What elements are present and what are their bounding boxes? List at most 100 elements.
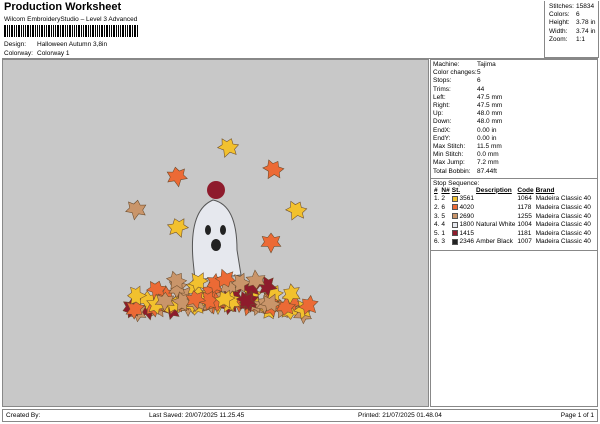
machine-info-row: Trims: 44 xyxy=(431,86,597,94)
thread-description xyxy=(475,230,516,239)
info-label: EndX: xyxy=(433,126,451,134)
stop-sequence-table: # N# St. Description Code Brand 1. 2 3561 1064 M… xyxy=(433,187,592,247)
column-header: Description xyxy=(476,186,512,194)
stat-row: Colors: 6 xyxy=(547,11,596,19)
stop-sequence-title: Stop Sequence: xyxy=(431,177,597,187)
colorway-label: Colorway: xyxy=(4,50,33,57)
created-by: Created By: xyxy=(6,412,41,419)
row-index: 1. xyxy=(434,195,440,203)
info-label: Min Stitch: xyxy=(433,151,464,159)
color-swatch xyxy=(451,238,458,245)
color-number: 2 xyxy=(441,195,446,203)
info-value: 0.00 in xyxy=(477,126,497,134)
leaf xyxy=(285,200,308,221)
machine-info-row: Color changes: 5 xyxy=(431,69,597,77)
info-label: Max Jump: xyxy=(433,159,465,167)
design-preview xyxy=(2,59,429,407)
info-label: Left: xyxy=(433,93,446,101)
leaf xyxy=(216,138,240,158)
info-value: 0.00 in xyxy=(477,134,497,142)
thread-code: 1178 xyxy=(517,204,532,212)
thread-brand: Madeira Classic 40 xyxy=(535,221,591,229)
info-label: Color changes: xyxy=(433,69,477,77)
row-index: 4. xyxy=(434,221,440,229)
design-label: Design: xyxy=(4,41,27,48)
info-value: 87.44ft xyxy=(477,167,497,175)
info-label: Stops: xyxy=(433,77,452,85)
machine-info-row: Stops: 6 xyxy=(431,77,597,85)
design-name: Halloween Autumn 3,8in xyxy=(37,41,108,48)
thread-stitch: 4020 xyxy=(451,204,475,213)
info-value: 48.0 mm xyxy=(477,110,503,118)
software-name: Wilcom EmbroideryStudio – Level 3 Advanc… xyxy=(4,16,138,23)
leaf xyxy=(260,232,282,254)
thread-description xyxy=(475,213,516,222)
color-number: 5 xyxy=(441,212,446,220)
thread-stitch: 2346 xyxy=(451,238,475,247)
machine-info-row: EndX: 0.00 in xyxy=(431,127,597,135)
thread-number: 1800 xyxy=(459,221,475,229)
column-header: Brand xyxy=(535,186,555,194)
thread-code: 1181 xyxy=(517,229,532,237)
thread-code: 1007 xyxy=(517,238,532,246)
stat-row: Stitches: 15834 xyxy=(547,3,596,11)
thread-description: Natural White xyxy=(476,221,516,229)
color-swatch xyxy=(451,221,458,228)
thread-code: 1255 xyxy=(517,212,532,220)
machine-info-row: Up: 48.0 mm xyxy=(431,110,597,118)
info-value: 47.5 mm xyxy=(477,93,503,101)
stats-box: Stitches: 15834 Colors: 6 Height: 3.78 in Widt… xyxy=(544,1,599,58)
stat-label: Height: xyxy=(549,19,570,27)
thread-number: 4020 xyxy=(459,204,475,212)
machine-info-row: Machine: Tajima xyxy=(431,61,597,69)
stat-label: Stitches: xyxy=(549,3,574,10)
info-value: 48.0 mm xyxy=(477,118,503,126)
stat-label: Zoom: xyxy=(549,35,568,43)
thread-brand: Madeira Classic 40 xyxy=(535,229,591,237)
info-label: Up: xyxy=(433,110,444,118)
thread-number: 1415 xyxy=(459,229,475,237)
info-label: Total Bobbin: xyxy=(433,167,471,175)
column-header: N# xyxy=(441,186,450,194)
page-number: Page 1 of 1 xyxy=(560,412,594,419)
machine-info-row: Max Stitch: 11.5 mm xyxy=(431,143,597,151)
thread-brand: Madeira Classic 40 xyxy=(535,204,591,212)
thread-brand: Madeira Classic 40 xyxy=(535,195,591,203)
info-value: 0.0 mm xyxy=(477,151,499,159)
stat-value: 6 xyxy=(576,11,580,19)
thread-brand: Madeira Classic 40 xyxy=(535,212,591,220)
machine-info-row: Total Bobbin: 87.44ft xyxy=(431,168,597,176)
color-swatch xyxy=(451,195,458,202)
thread-code: 1064 xyxy=(517,195,532,203)
thread-description xyxy=(475,204,516,213)
info-value: 47.5 mm xyxy=(477,102,503,110)
row-index: 3. xyxy=(434,212,440,220)
column-header: Code xyxy=(517,186,534,194)
info-label: Down: xyxy=(433,118,452,126)
stop-sequence-row: 2. 6 4020 1178 Madeira Classic 40 xyxy=(433,204,592,213)
thread-description xyxy=(475,195,516,204)
leaf xyxy=(125,199,147,221)
embroidery-design xyxy=(122,138,319,325)
stat-value: 15834 xyxy=(576,3,595,10)
barcode xyxy=(4,25,169,37)
thread-number: 3561 xyxy=(459,195,475,203)
row-index: 2. xyxy=(434,204,440,212)
info-value: 7.2 mm xyxy=(477,159,499,167)
colorway-row: Colorway: Colorway 1 xyxy=(4,50,70,57)
stop-sequence-row: 3. 5 2690 1255 Madeira Classic 40 xyxy=(433,213,592,222)
leaf xyxy=(166,166,188,188)
color-number: 4 xyxy=(441,221,446,229)
stat-row: Width: 3.74 in xyxy=(547,28,596,36)
stop-sequence-row: 5. 1 1415 1181 Madeira Classic 40 xyxy=(433,230,592,239)
machine-info-row: Max Jump: 7.2 mm xyxy=(431,159,597,167)
info-label: Max Stitch: xyxy=(433,143,466,151)
last-saved: Last Saved: 20/07/2025 11.25.45 xyxy=(149,412,245,419)
column-header: St. xyxy=(451,186,461,194)
row-index: 5. xyxy=(434,229,440,237)
thread-number: 2346 xyxy=(459,238,475,246)
stat-row: Height: 3.78 in xyxy=(547,19,596,27)
info-value: 11.5 mm xyxy=(477,143,502,151)
color-number: 6 xyxy=(441,204,446,212)
color-swatch xyxy=(451,230,458,237)
